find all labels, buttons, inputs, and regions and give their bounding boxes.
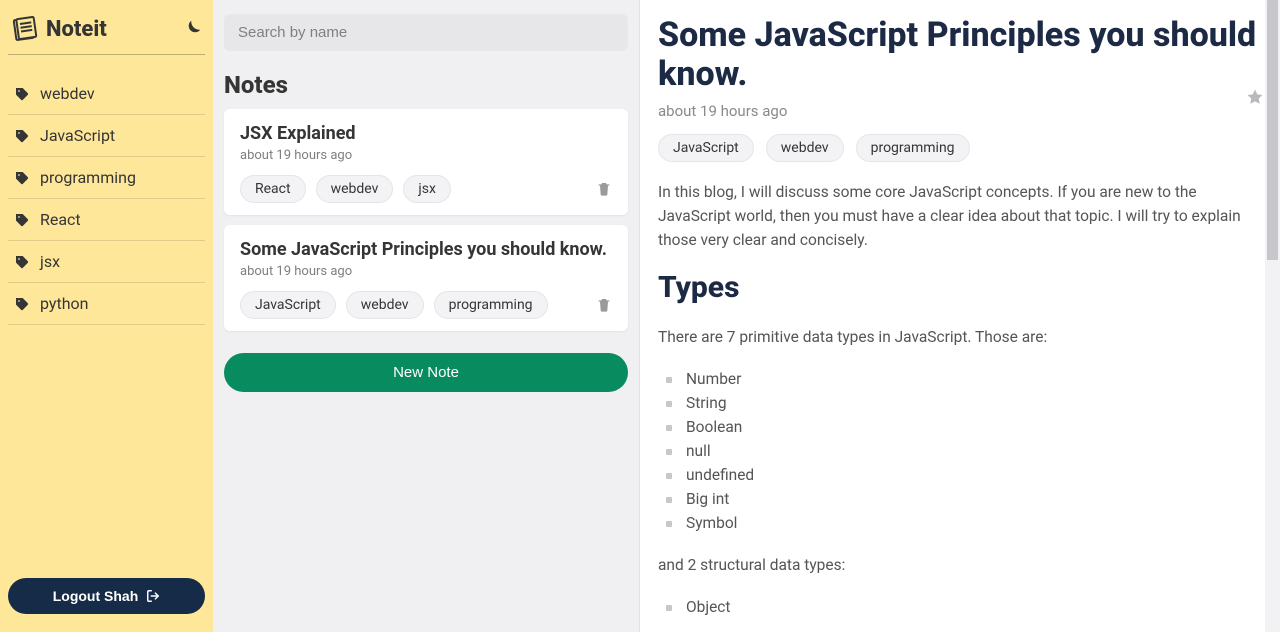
- tag-icon: [14, 86, 30, 102]
- note-time: about 19 hours ago: [240, 264, 612, 279]
- scrollbar[interactable]: [1265, 0, 1280, 632]
- trash-icon[interactable]: [596, 297, 612, 313]
- list-item: String: [660, 391, 1262, 415]
- content-p2: and 2 structural data types:: [658, 553, 1262, 577]
- note-tag-chip[interactable]: jsx: [403, 175, 451, 203]
- content-tag-chip[interactable]: JavaScript: [658, 134, 754, 162]
- sidebar-tag[interactable]: React: [8, 199, 205, 241]
- note-tag-chip[interactable]: webdev: [346, 291, 424, 319]
- note-tag-chip[interactable]: React: [240, 175, 306, 203]
- list-item: Boolean: [660, 415, 1262, 439]
- note-card[interactable]: Some JavaScript Principles you should kn…: [224, 225, 628, 331]
- type-list-primitive: NumberStringBooleannullundefinedBig intS…: [658, 367, 1262, 535]
- new-note-button[interactable]: New Note: [224, 353, 628, 392]
- note-card[interactable]: JSX Explained about 19 hours ago React webd…: [224, 109, 628, 215]
- sidebar-tag[interactable]: webdev: [8, 73, 205, 115]
- logo-row: Noteit: [8, 10, 205, 55]
- tag-icon: [14, 212, 30, 228]
- list-item: Object: [660, 595, 1262, 619]
- logout-button[interactable]: Logout Shah: [8, 578, 205, 614]
- sidebar-tag-label: python: [40, 294, 88, 313]
- list-item: Big int: [660, 487, 1262, 511]
- list-item: Number: [660, 367, 1262, 391]
- tag-icon: [14, 170, 30, 186]
- content-body: In this blog, I will discuss some core J…: [658, 180, 1262, 619]
- content-intro: In this blog, I will discuss some core J…: [658, 180, 1262, 252]
- type-list-structural: Object: [658, 595, 1262, 619]
- sidebar-tag[interactable]: JavaScript: [8, 115, 205, 157]
- star-icon[interactable]: [1246, 88, 1264, 106]
- app-name: Noteit: [46, 17, 107, 42]
- note-tags: React webdev jsx: [240, 175, 451, 203]
- search-input[interactable]: [224, 14, 628, 51]
- list-item: undefined: [660, 463, 1262, 487]
- notes-heading: Notes: [224, 71, 628, 99]
- sidebar: Noteit webdev JavaScript programming React j…: [0, 0, 213, 632]
- note-tag-chip[interactable]: webdev: [316, 175, 394, 203]
- notes-panel: Notes JSX Explained about 19 hours ago Rea…: [213, 0, 640, 632]
- content-tag-chip[interactable]: programming: [856, 134, 970, 162]
- sidebar-tag-label: programming: [40, 168, 136, 187]
- note-title: Some JavaScript Principles you should kn…: [240, 239, 612, 260]
- note-tag-chip[interactable]: programming: [434, 291, 548, 319]
- logout-label: Logout Shah: [53, 588, 139, 604]
- tag-list: webdev JavaScript programming React jsx pytho…: [8, 73, 205, 570]
- sidebar-tag[interactable]: jsx: [8, 241, 205, 283]
- note-content: Some JavaScript Principles you should kn…: [640, 0, 1280, 632]
- moon-icon[interactable]: [181, 18, 203, 40]
- sidebar-tag-label: JavaScript: [40, 126, 115, 145]
- content-title: Some JavaScript Principles you should kn…: [658, 16, 1262, 94]
- tag-icon: [14, 128, 30, 144]
- content-tag-chip[interactable]: webdev: [766, 134, 844, 162]
- note-tags: JavaScript webdev programming: [240, 291, 548, 319]
- note-tag-chip[interactable]: JavaScript: [240, 291, 336, 319]
- note-title: JSX Explained: [240, 123, 612, 144]
- sidebar-tag[interactable]: python: [8, 283, 205, 325]
- scrollbar-thumb[interactable]: [1267, 0, 1278, 260]
- tag-icon: [14, 296, 30, 312]
- sidebar-tag-label: React: [40, 210, 81, 229]
- sidebar-tag-label: webdev: [40, 84, 95, 103]
- content-p1: There are 7 primitive data types in Java…: [658, 325, 1262, 349]
- notebook-icon: [10, 14, 40, 44]
- content-time: about 19 hours ago: [658, 102, 1262, 120]
- tag-icon: [14, 254, 30, 270]
- list-item: null: [660, 439, 1262, 463]
- sidebar-tag-label: jsx: [40, 252, 60, 271]
- trash-icon[interactable]: [596, 181, 612, 197]
- content-tags: JavaScript webdev programming: [658, 134, 1262, 162]
- section-heading: Types: [658, 270, 1262, 305]
- sidebar-tag[interactable]: programming: [8, 157, 205, 199]
- list-item: Symbol: [660, 511, 1262, 535]
- note-time: about 19 hours ago: [240, 148, 612, 163]
- notes-list: JSX Explained about 19 hours ago React webd…: [224, 109, 628, 341]
- logo[interactable]: Noteit: [10, 14, 107, 44]
- logout-icon: [146, 589, 160, 603]
